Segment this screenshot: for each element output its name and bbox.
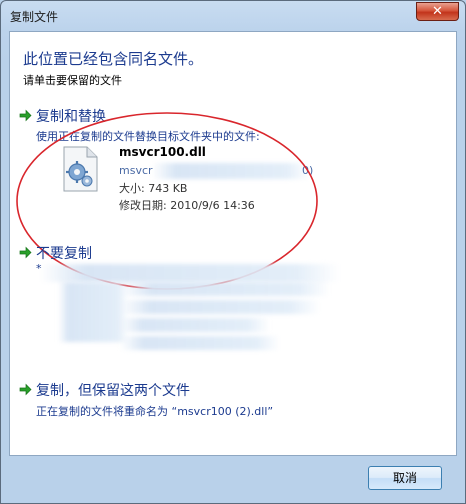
redacted-path	[120, 300, 320, 314]
close-icon: ✕	[432, 4, 443, 19]
redacted-name	[120, 282, 330, 296]
redacted-date	[120, 336, 280, 350]
redacted-icon	[58, 282, 128, 342]
dialog-content: 此位置已经包含同名文件。 请单击要保留的文件 复制和替换 使用正在复制的文件替换…	[9, 31, 457, 456]
green-arrow-icon	[19, 383, 32, 396]
window-title: 复制文件	[10, 10, 59, 24]
close-button[interactable]: ✕	[416, 2, 459, 21]
copy-file-dialog: 复制文件 ✕ 此位置已经包含同名文件。 请单击要保留的文件 复制和替换 使用正在…	[0, 0, 466, 504]
cancel-button[interactable]: 取消	[368, 466, 442, 490]
conflict-subheading: 请单击要保留的文件	[23, 74, 122, 87]
option-title: 复制，但保留这两个文件	[36, 383, 190, 399]
option-keep-both[interactable]: 复制，但保留这两个文件 正在复制的文件将重命名为 “msvcr100 (2).d…	[19, 380, 339, 420]
green-arrow-icon	[19, 246, 32, 259]
option-description: 正在复制的文件将重命名为 “msvcr100 (2).dll”	[36, 405, 274, 418]
title-bar: 复制文件 ✕	[1, 1, 465, 31]
dialog-footer: 取消	[1, 456, 465, 504]
option-title: 不要复制	[36, 246, 92, 262]
conflict-heading: 此位置已经包含同名文件。	[23, 50, 204, 68]
redacted-description	[40, 264, 340, 282]
redacted-size	[120, 318, 270, 332]
